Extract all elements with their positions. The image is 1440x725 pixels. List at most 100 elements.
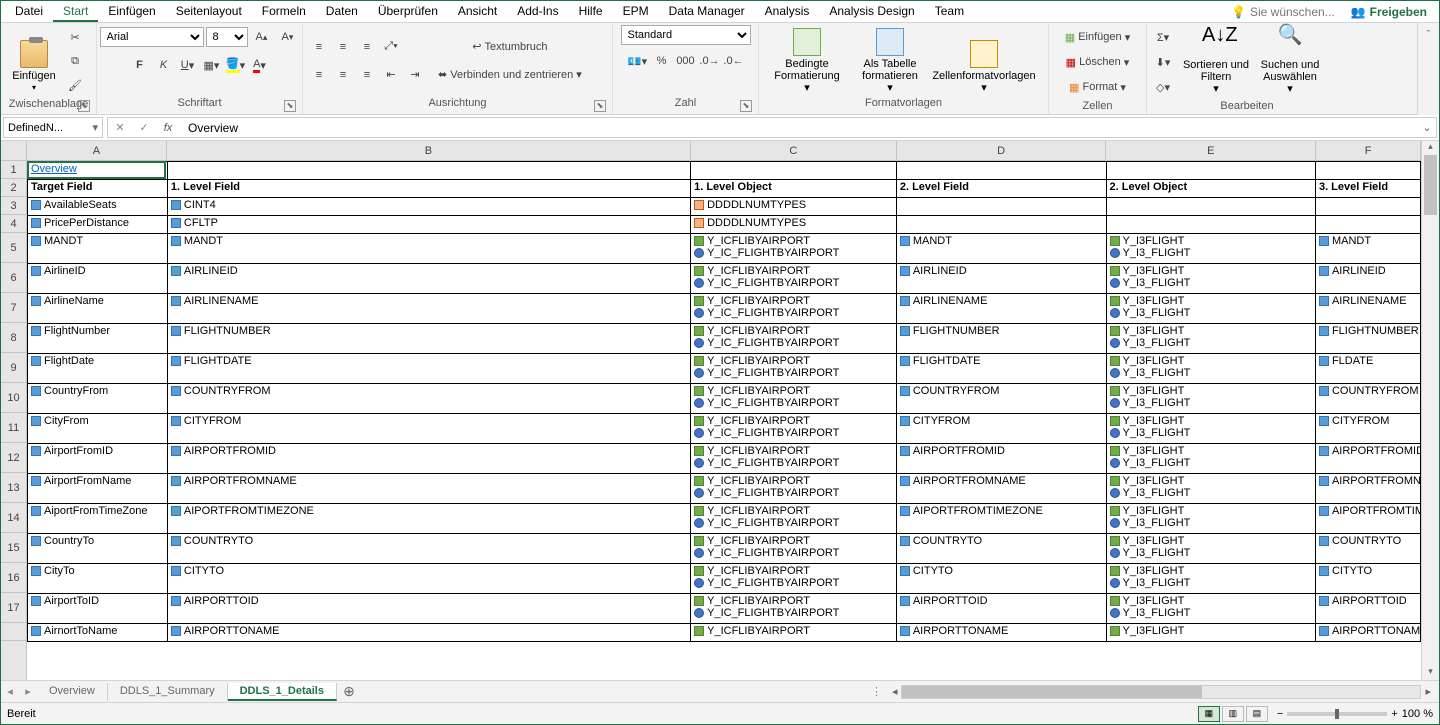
column-header[interactable]: E	[1106, 141, 1316, 160]
ribbon-tab-seitenlayout[interactable]: Seitenlayout	[166, 2, 252, 22]
cell[interactable]	[896, 162, 1106, 180]
cell[interactable]: CINT4	[167, 198, 690, 216]
cell[interactable]: Y_I3FLIGHTY_I3_FLIGHT	[1106, 504, 1315, 534]
scroll-down-icon[interactable]: ▾	[1422, 666, 1439, 680]
cell[interactable]: Y_I3FLIGHTY_I3_FLIGHT	[1106, 444, 1315, 474]
ribbon-tab-data manager[interactable]: Data Manager	[659, 2, 755, 22]
cell[interactable]: AIRLINEID	[167, 264, 690, 294]
collapse-ribbon-button[interactable]: ˆ	[1417, 23, 1439, 115]
cell[interactable]: Target Field	[28, 180, 168, 198]
cell[interactable]	[1106, 198, 1315, 216]
cell[interactable]: Y_I3FLIGHTY_I3_FLIGHT	[1106, 474, 1315, 504]
cell[interactable]	[896, 216, 1106, 234]
column-header[interactable]: F	[1316, 141, 1421, 160]
find-select-button[interactable]: 🔍Suchen und Auswählen▾	[1253, 27, 1327, 97]
ribbon-tab-start[interactable]: Start	[53, 2, 98, 22]
cell[interactable]: Y_I3FLIGHTY_I3_FLIGHT	[1106, 234, 1315, 264]
format-cells-button[interactable]: ▦ Format ▾	[1065, 76, 1130, 98]
scroll-right-icon[interactable]: ▸	[1421, 685, 1435, 698]
cell[interactable]: FlightDate	[28, 354, 168, 384]
scroll-up-icon[interactable]: ▴	[1422, 141, 1439, 155]
cell[interactable]: AIRPORTFROMID	[1315, 444, 1420, 474]
autosum-button[interactable]: Σ▾	[1152, 26, 1174, 48]
paste-button[interactable]: Einfügen▾	[5, 26, 63, 96]
merge-center-button[interactable]: ⬌ Verbinden und zentrieren ▾	[434, 64, 586, 86]
cell[interactable]: MANDT	[896, 234, 1106, 264]
cell[interactable]: Y_ICFLIBYAIRPORTY_IC_FLIGHTBYAIRPORT	[691, 264, 897, 294]
scrollbar-thumb[interactable]	[902, 686, 1202, 698]
cell[interactable]: DDDDLNUMTYPES	[691, 216, 897, 234]
cell[interactable]: Y_ICFLIBYAIRPORT	[691, 624, 897, 642]
decrease-decimal-button[interactable]: .0←	[723, 50, 745, 72]
formula-input[interactable]: Overview	[180, 121, 1418, 135]
fx-icon[interactable]: fx	[156, 122, 180, 134]
name-box[interactable]: DefinedN...▾	[3, 117, 103, 138]
cell[interactable]: AIPORTFROMTIMEZONE	[167, 504, 690, 534]
bold-button[interactable]: F	[129, 54, 151, 76]
cell[interactable]	[691, 162, 897, 180]
row-header[interactable]: 15	[1, 533, 26, 563]
ribbon-tab-analysis[interactable]: Analysis	[755, 2, 820, 22]
increase-indent-button[interactable]: ⇥	[404, 64, 426, 86]
cell[interactable]: CITYFROM	[1315, 414, 1420, 444]
wrap-text-button[interactable]: ↩ Textumbruch	[434, 36, 586, 58]
cell[interactable]: CountryTo	[28, 534, 168, 564]
page-layout-view-button[interactable]: ▥	[1222, 706, 1244, 722]
cell[interactable]: COUNTRYFROM	[1315, 384, 1420, 414]
cell[interactable]	[167, 162, 690, 180]
ribbon-tab-add-ins[interactable]: Add-Ins	[507, 2, 568, 22]
cell[interactable]: Y_I3FLIGHTY_I3_FLIGHT	[1106, 324, 1315, 354]
row-header[interactable]: 10	[1, 383, 26, 413]
cell[interactable]: Y_I3FLIGHTY_I3_FLIGHT	[1106, 384, 1315, 414]
row-header[interactable]: 17	[1, 593, 26, 623]
orientation-button[interactable]: ⤢▾	[380, 36, 402, 58]
row-header[interactable]: 4	[1, 215, 26, 233]
cell[interactable]: AIRPORTTOID	[1315, 594, 1420, 624]
cell[interactable]: AIRLINENAME	[1315, 294, 1420, 324]
column-header[interactable]: A	[27, 141, 167, 160]
cell[interactable]: COUNTRYTO	[1315, 534, 1420, 564]
row-header[interactable]: 8	[1, 323, 26, 353]
percent-button[interactable]: %	[651, 50, 673, 72]
format-as-table-button[interactable]: Als Tabelle formatieren▾	[851, 26, 929, 96]
page-break-view-button[interactable]: ▤	[1246, 706, 1268, 722]
ribbon-tab-hilfe[interactable]: Hilfe	[569, 2, 613, 22]
cell[interactable]: AIRPORTFROMID	[167, 444, 690, 474]
cell[interactable]: CITYTO	[1315, 564, 1420, 594]
cell-styles-button[interactable]: Zellenformatvorlagen▾	[929, 26, 1039, 96]
conditional-format-button[interactable]: Bedingte Formatierung▾	[763, 26, 851, 96]
cell[interactable]: CITYTO	[167, 564, 690, 594]
row-header[interactable]: 3	[1, 197, 26, 215]
cell[interactable]	[1106, 216, 1315, 234]
ribbon-tab-formeln[interactable]: Formeln	[252, 2, 316, 22]
cell[interactable]	[1315, 198, 1420, 216]
cell[interactable]: AIRPORTFROMNAME	[896, 474, 1106, 504]
sheet-nav-prev[interactable]: ◂	[1, 685, 19, 698]
decrease-font-button[interactable]: A▾	[277, 26, 299, 48]
cell[interactable]: AIRPORTFROMNAME	[1315, 474, 1420, 504]
cell[interactable]: AIRPORTTOID	[167, 594, 690, 624]
increase-font-button[interactable]: A▴	[251, 26, 273, 48]
italic-button[interactable]: K	[153, 54, 175, 76]
expand-formula-bar-button[interactable]: ⌄	[1418, 121, 1436, 134]
cell[interactable]: 2. Level Field	[896, 180, 1106, 198]
cell[interactable]: AiportFromTimeZone	[28, 504, 168, 534]
cell[interactable]: 1. Level Object	[691, 180, 897, 198]
sheet-nav-next[interactable]: ▸	[19, 685, 37, 698]
format-painter-button[interactable]: 🖌	[64, 74, 86, 96]
add-sheet-button[interactable]: ⊕	[337, 683, 361, 700]
cell[interactable]: MANDT	[167, 234, 690, 264]
tell-me-search[interactable]: 💡Sie wünschen...	[1223, 5, 1343, 19]
ribbon-tab-daten[interactable]: Daten	[316, 2, 368, 22]
cell[interactable]: CountryFrom	[28, 384, 168, 414]
select-all-button[interactable]	[1, 141, 26, 161]
cell[interactable]: COUNTRYFROM	[167, 384, 690, 414]
cell[interactable]	[1315, 216, 1420, 234]
cell[interactable]: COUNTRYTO	[896, 534, 1106, 564]
align-middle-button[interactable]: ≡	[332, 36, 354, 58]
accept-formula-button[interactable]: ✓	[132, 121, 156, 134]
cell[interactable]: Y_ICFLIBYAIRPORTY_IC_FLIGHTBYAIRPORT	[691, 564, 897, 594]
cell[interactable]: FLIGHTNUMBER	[896, 324, 1106, 354]
accounting-button[interactable]: 💶▾	[627, 50, 649, 72]
cell[interactable]: Y_ICFLIBYAIRPORTY_IC_FLIGHTBYAIRPORT	[691, 534, 897, 564]
